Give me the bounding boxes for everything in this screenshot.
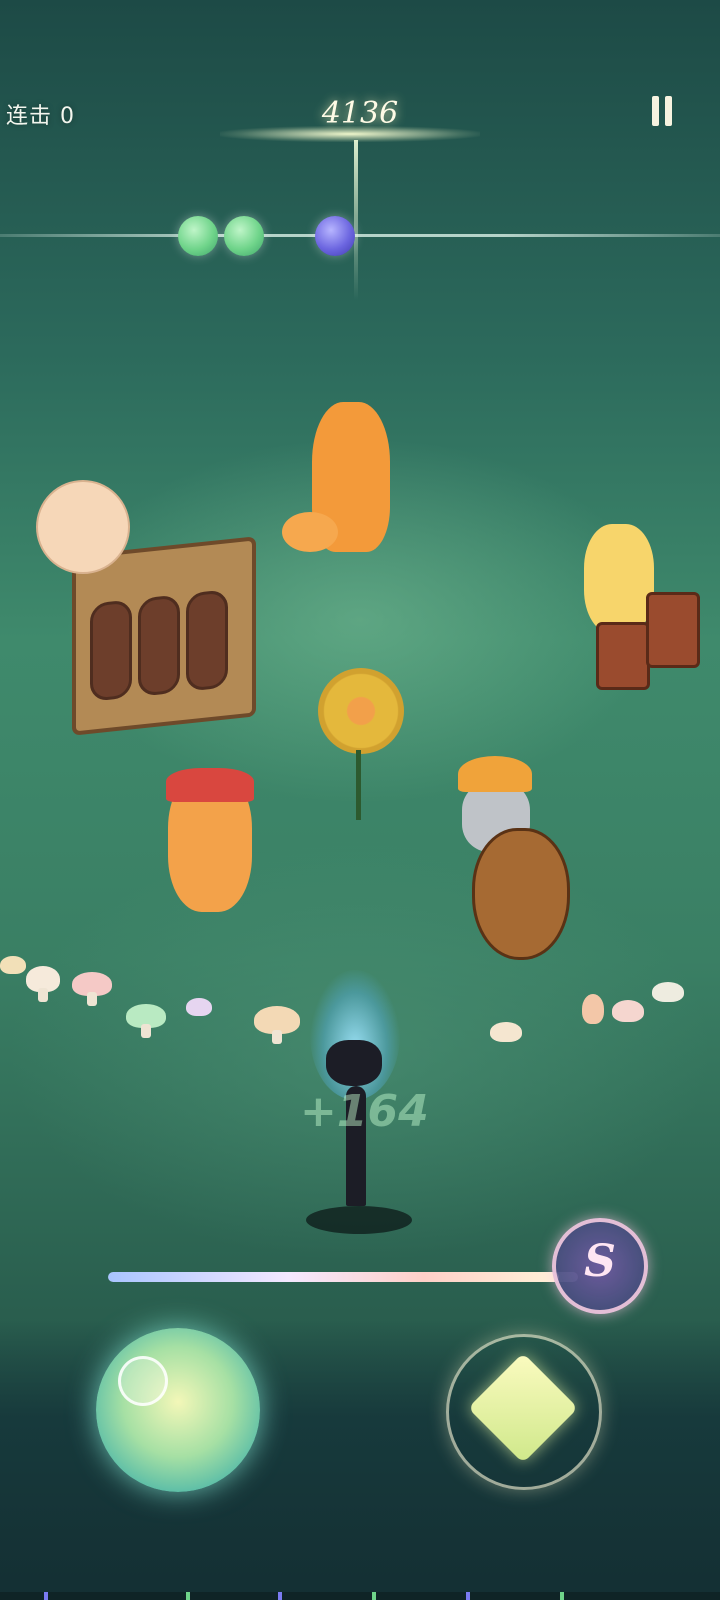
player-shadow: [306, 1206, 412, 1234]
cello-prop: [472, 828, 570, 960]
hit-score-popup: +164: [300, 1086, 429, 1137]
song-timeline-markers: [0, 1592, 720, 1600]
fox-tail: [282, 512, 338, 552]
schnauzer-hat: [458, 756, 532, 792]
note-green: [224, 216, 264, 256]
bottom-shade: [0, 1320, 720, 1600]
pause-icon[interactable]: [650, 96, 676, 128]
drum-prop: [596, 622, 650, 690]
note-lane-line: [0, 234, 720, 237]
left-tap-button[interactable]: [96, 1328, 260, 1492]
left-tap-indicator: [118, 1356, 168, 1406]
piano-slot: [90, 599, 132, 702]
combo-counter: 连击 0: [6, 104, 75, 129]
note-blue: [315, 216, 355, 256]
score-display: 4136: [321, 96, 399, 131]
song-progress-bar: [108, 1272, 578, 1282]
piano-slot: [186, 589, 228, 692]
note-green: [178, 216, 218, 256]
player-cat-head: [326, 1040, 382, 1086]
sunflower-stem: [356, 750, 361, 820]
skill-s-button[interactable]: S: [552, 1218, 648, 1314]
skill-s-icon: S: [584, 1236, 616, 1287]
corgi-hat: [166, 768, 254, 802]
song-progress-fill: [108, 1272, 560, 1282]
sunflower-singer-character: [318, 668, 404, 754]
drum-prop: [646, 592, 700, 668]
score-light-drip: [354, 140, 358, 300]
cat-pianist-character: [36, 480, 130, 574]
piano-slot: [138, 594, 180, 697]
yellow-cat-drummer-character: [584, 524, 654, 634]
